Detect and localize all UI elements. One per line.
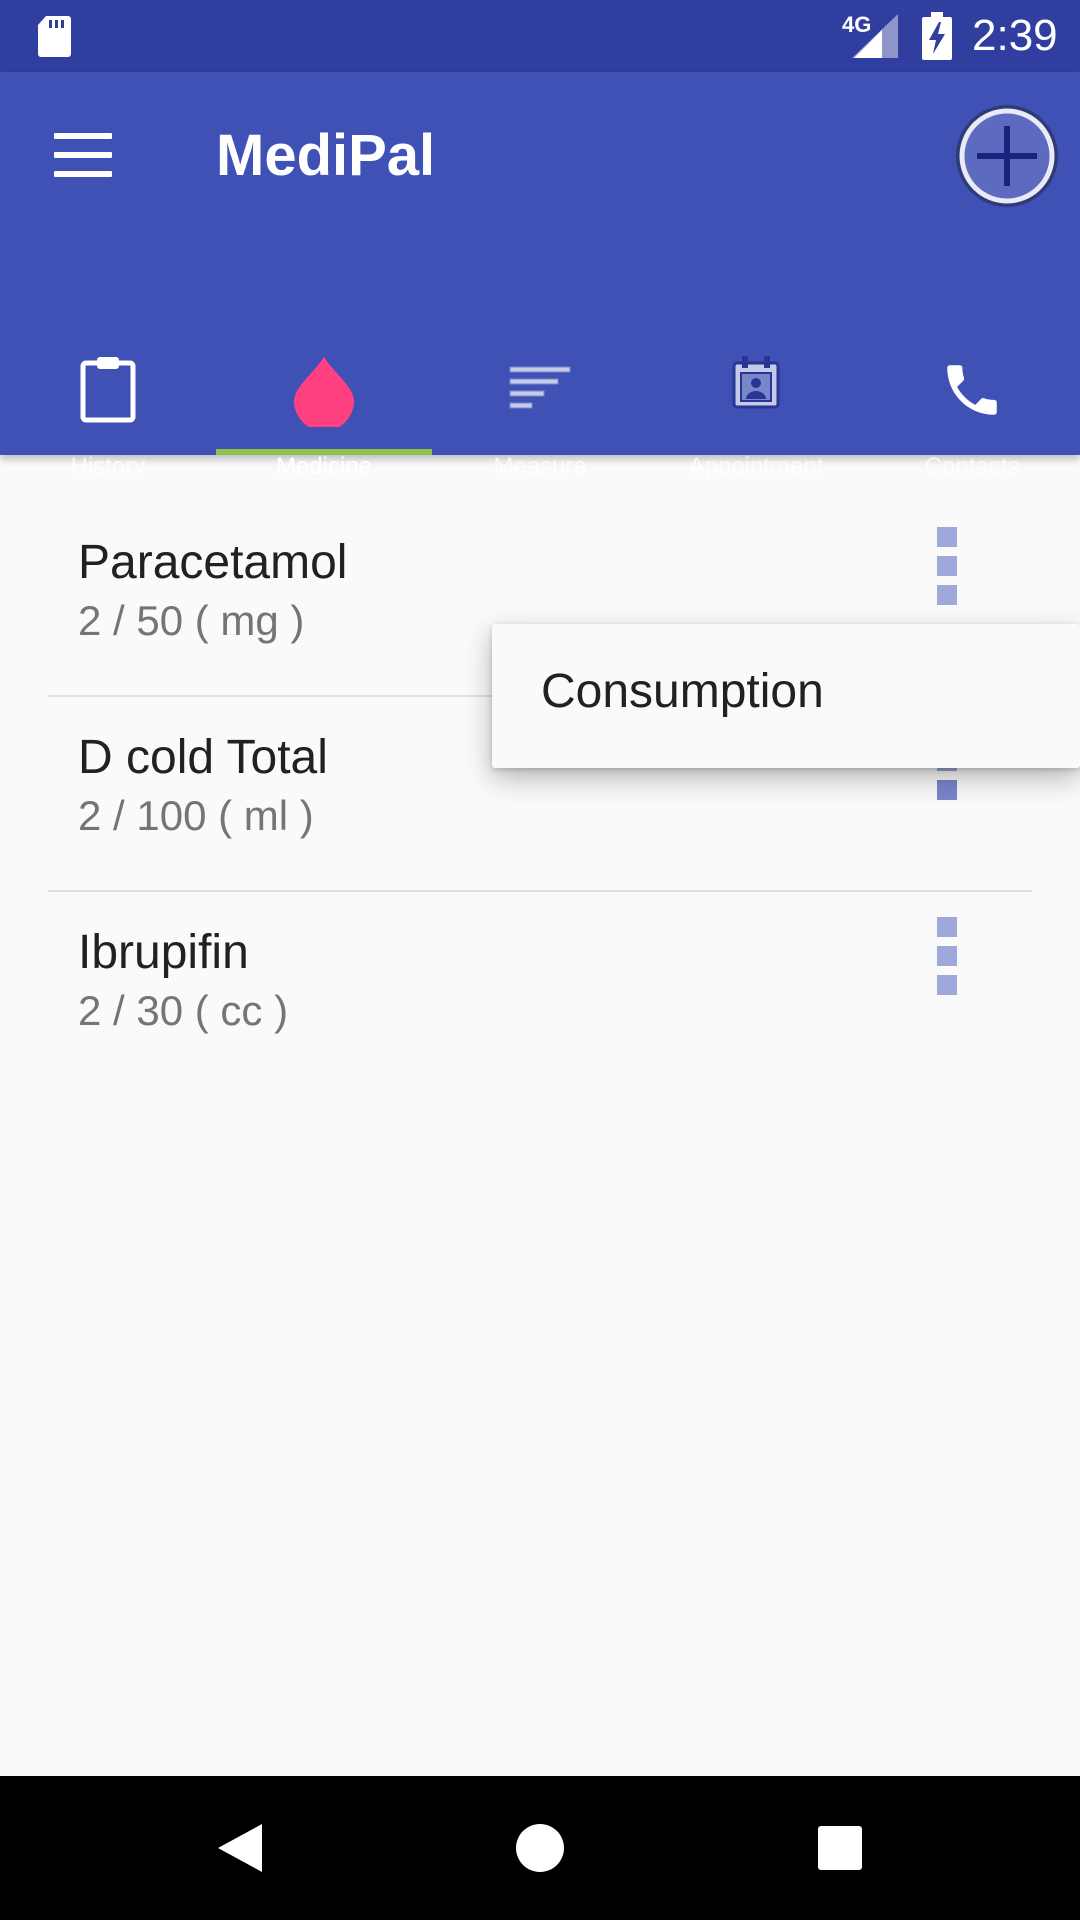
tab-contacts[interactable]: Contacts <box>864 267 1080 480</box>
measure-lines-icon <box>432 365 648 409</box>
tab-bar: History Medicine Measure Appointment Con… <box>0 267 1080 480</box>
medicine-name: D cold Total <box>78 731 328 784</box>
back-button[interactable] <box>200 1808 280 1888</box>
phone-icon <box>864 357 1080 423</box>
more-vert-icon <box>930 527 964 605</box>
add-circle-icon <box>956 105 1058 207</box>
signal-icon <box>852 14 898 58</box>
medicine-quantity: 2 / 30 ( cc ) <box>78 987 289 1034</box>
clipboard-icon <box>0 355 216 423</box>
add-button[interactable] <box>953 102 1061 210</box>
list-item[interactable]: Ibrupifin 2 / 30 ( cc ) <box>0 845 1080 1040</box>
more-options-button[interactable] <box>930 917 964 1001</box>
tab-measure[interactable]: Measure <box>432 267 648 480</box>
app-bar: MediPal History Medicine Measure Appoint… <box>0 72 1080 480</box>
sd-card-icon <box>38 16 71 57</box>
home-button[interactable] <box>500 1808 580 1888</box>
calendar-contact-icon <box>648 355 864 411</box>
menu-item-consumption[interactable]: Consumption <box>541 664 824 719</box>
hamburger-menu-icon <box>54 133 112 177</box>
recents-button[interactable] <box>800 1808 880 1888</box>
medicine-quantity: 2 / 50 ( mg ) <box>78 597 305 644</box>
medicine-quantity: 2 / 100 ( ml ) <box>78 792 314 839</box>
more-options-button[interactable] <box>930 527 964 611</box>
tab-history[interactable]: History <box>0 267 216 480</box>
status-bar: 4G 2:39 <box>0 0 1080 72</box>
back-icon <box>218 1824 262 1872</box>
clock: 2:39 <box>972 11 1058 60</box>
home-icon <box>516 1824 564 1872</box>
app-title: MediPal <box>216 123 436 188</box>
battery-charging-icon <box>922 12 952 60</box>
drop-icon <box>216 355 432 427</box>
navigation-bar <box>0 1776 1080 1920</box>
menu-button[interactable] <box>54 133 112 177</box>
popup-menu: Consumption <box>492 624 1080 768</box>
recents-icon <box>818 1826 862 1870</box>
tab-medicine[interactable]: Medicine <box>216 267 432 480</box>
more-vert-icon <box>930 917 964 995</box>
list-item[interactable]: Paracetamol 2 / 50 ( mg ) <box>0 455 1080 697</box>
medicine-name: Ibrupifin <box>78 926 249 979</box>
medicine-name: Paracetamol <box>78 536 348 589</box>
tab-appointment[interactable]: Appointment <box>648 267 864 480</box>
